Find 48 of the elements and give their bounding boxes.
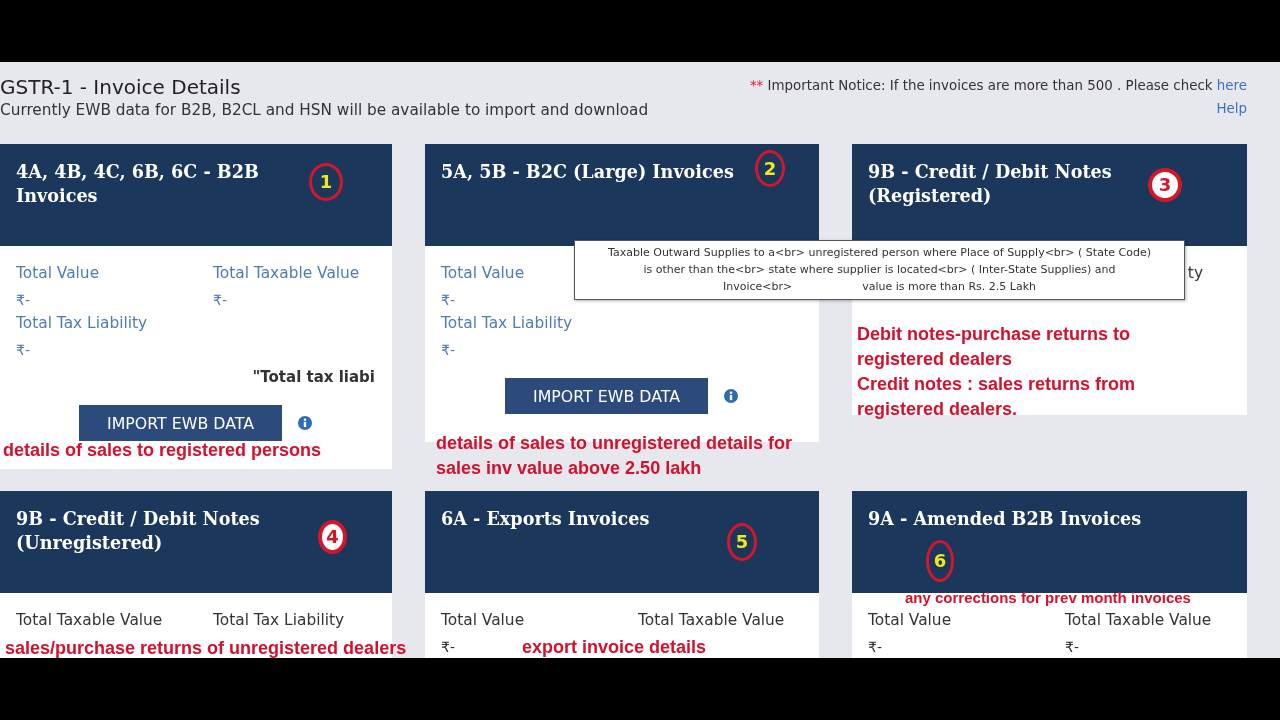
field-value: ₹- <box>441 291 455 309</box>
field-label: Total Taxable Value <box>16 611 163 629</box>
field-value: ₹- <box>441 341 455 359</box>
card-title: 5A, 5B - B2C (Large) Invoices <box>441 161 734 182</box>
field-value: ₹- <box>441 638 455 656</box>
annotation-text: details of sales to unregistered details for sales inv value above 2.50 lakh <box>436 432 794 480</box>
tooltip: Taxable Outward Supplies to a<br> unregistered person where Place of Supply<br> ( State Code) is other than the<br> state where supplier is located<br> ( Inter-State Supplies) and Invoice<br> value is more than Rs. 2.5 Lakh <box>574 240 1185 300</box>
import-ewb-button[interactable]: IMPORT EWB DATA <box>79 405 282 441</box>
page-title: GSTR-1 - Invoice Details <box>0 75 241 99</box>
page-subtitle: Currently EWB data for B2B, B2CL and HSN will be available to import and download <box>0 100 649 120</box>
field-label: Total Taxable Value <box>1065 611 1212 629</box>
important-notice: ** Important Notice: If the invoices are more than 500 . Please check here <box>749 77 1247 95</box>
circled-number: 6 <box>926 540 954 582</box>
circled-number: 2 <box>755 150 785 187</box>
field-label: Total Value <box>441 264 525 282</box>
field-label: Total Tax Liability <box>441 314 573 332</box>
note-text: "Total tax liabi <box>252 367 375 387</box>
import-ewb-button[interactable]: IMPORT EWB DATA <box>505 378 708 414</box>
annotation-text: Credit notes : sales returns from registered dealers. <box>857 373 1137 421</box>
card-title: 9B - Credit / Debit Notes (Registered) <box>868 161 1112 206</box>
field-label: Total Tax Liability <box>16 314 148 332</box>
field-label: Total Tax Liability <box>213 611 345 629</box>
field-label: Total Value <box>16 264 100 282</box>
card-title: 6A - Exports Invoices <box>441 508 650 529</box>
circled-number: 1 <box>309 163 343 201</box>
info-icon[interactable] <box>297 416 312 430</box>
field-label: Total Value <box>441 611 525 629</box>
field-label: Total Taxable Value <box>213 264 360 282</box>
annotation-text: details of sales to registered persons <box>3 440 322 460</box>
annotation-text: Debit notes-purchase returns to registered dealers <box>857 323 1132 371</box>
annotation-text: sales/purchase returns of unregistered dealers <box>5 638 407 658</box>
card-title: 4A, 4B, 4C, 6B, 6C - B2B Invoices <box>16 161 259 206</box>
help-link[interactable]: Help <box>1216 100 1247 118</box>
field-value: ₹- <box>16 341 30 359</box>
field-label: Total Taxable Value <box>638 611 785 629</box>
field-label: ty <box>1187 264 1203 282</box>
field-value: ₹- <box>1065 638 1079 656</box>
card-title: 9B - Credit / Debit Notes (Unregistered) <box>16 508 260 553</box>
card-title: 9A - Amended B2B Invoices <box>868 508 1142 529</box>
circled-number: 5 <box>727 523 757 561</box>
field-label: Total Value <box>868 611 952 629</box>
info-icon[interactable] <box>723 389 738 403</box>
field-value: ₹- <box>16 291 30 309</box>
field-value: ₹- <box>213 291 227 309</box>
annotation-text: any corrections for prev month invoices <box>905 589 1191 607</box>
field-value: ₹- <box>868 638 882 656</box>
annotation-text: export invoice details <box>522 637 707 657</box>
here-link[interactable]: here <box>1216 78 1247 93</box>
